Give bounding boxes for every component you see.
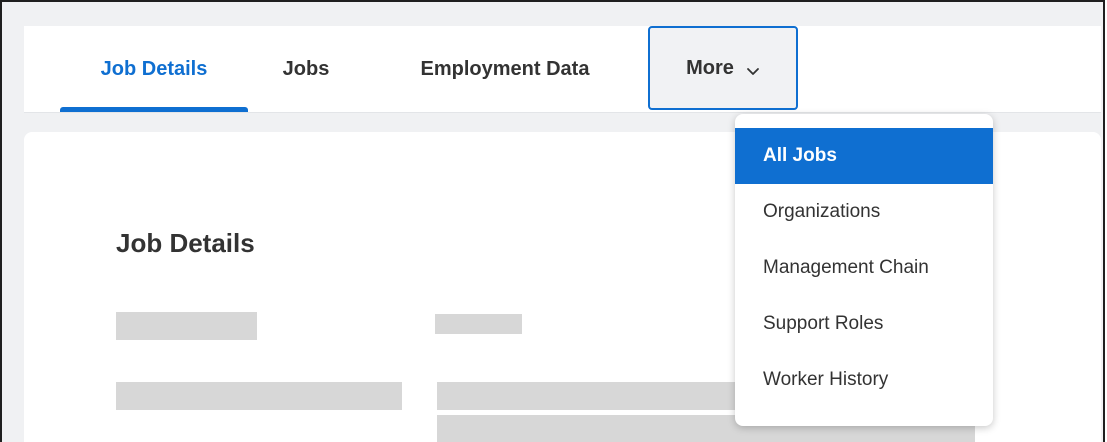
app-frame: Job Details Jobs Employment Data More Jo… bbox=[0, 0, 1105, 442]
placeholder-bar bbox=[437, 382, 737, 410]
section-title: Job Details bbox=[116, 228, 255, 258]
tab-label: Employment Data bbox=[420, 58, 590, 80]
placeholder-bar bbox=[116, 312, 257, 340]
active-tab-indicator bbox=[60, 107, 248, 112]
tab-label: Jobs bbox=[282, 58, 330, 80]
menu-item-all-jobs[interactable]: All Jobs bbox=[735, 128, 993, 184]
more-tab-label: More bbox=[686, 56, 734, 79]
tab-bar: Job Details Jobs Employment Data More bbox=[24, 26, 1101, 113]
dropdown-list: All Jobs Organizations Management Chain … bbox=[735, 128, 993, 408]
tab-employment-data[interactable]: Employment Data bbox=[394, 26, 616, 112]
tab-job-details[interactable]: Job Details bbox=[60, 26, 248, 112]
placeholder-bar bbox=[435, 314, 522, 334]
menu-item-worker-history[interactable]: Worker History bbox=[735, 352, 993, 408]
more-tab-button[interactable]: More bbox=[648, 26, 798, 110]
more-dropdown-menu: All Jobs Organizations Management Chain … bbox=[735, 114, 993, 426]
placeholder-bar bbox=[116, 382, 402, 410]
tab-jobs[interactable]: Jobs bbox=[270, 26, 342, 112]
menu-item-support-roles[interactable]: Support Roles bbox=[735, 296, 993, 352]
tab-label: Job Details bbox=[100, 58, 208, 80]
menu-item-management-chain[interactable]: Management Chain bbox=[735, 240, 993, 296]
chevron-down-icon bbox=[746, 61, 760, 75]
menu-item-organizations[interactable]: Organizations bbox=[735, 184, 993, 240]
